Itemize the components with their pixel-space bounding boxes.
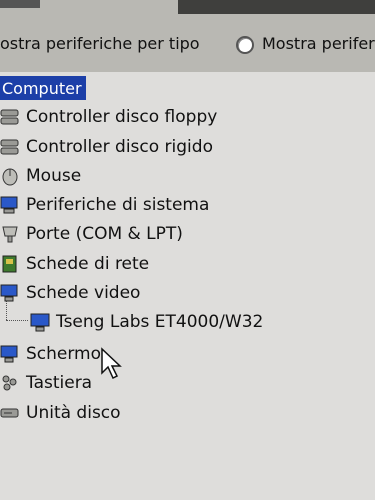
device-manager-window: ostra periferiche per tipo Mostra perife… [0,0,375,500]
tree-item-keyboard[interactable]: Tastiera [0,369,92,397]
tree-item-network-cards[interactable]: Schede di rete [0,250,149,278]
view-by-connection-label[interactable]: Mostra periferic [262,34,375,53]
tree-item-label: Unità disco [26,403,121,423]
tree-item-tseng-labs[interactable]: Tseng Labs ET4000/W32 [30,308,263,336]
tree-item-ports[interactable]: Porte (COM & LPT) [0,220,183,248]
tree-item-label: Controller disco rigido [26,137,213,157]
mouse-pointer-icon [101,347,122,380]
tree-root-computer[interactable]: Computer [0,76,86,100]
monitor-icon [30,312,50,332]
tree-item-label: Controller disco floppy [26,107,218,127]
keyboard-icon [0,373,20,393]
tree-item-label: Mouse [26,166,82,186]
monitor-icon [0,344,20,364]
tree-item-label: Schede di rete [26,254,150,274]
tree-item-label: Porte (COM & LPT) [26,224,183,244]
tab-strip [178,0,375,14]
tree-item-floppy-controller[interactable]: Controller disco floppy [0,103,217,131]
options-bar: ostra periferiche per tipo Mostra perife… [0,0,375,72]
disk-drive-icon [0,403,20,423]
view-options: ostra periferiche per tipo Mostra perife… [0,30,375,64]
tree-item-disk-drives[interactable]: Unità disco [0,399,121,427]
view-by-type-label[interactable]: ostra periferiche per tipo [0,34,200,53]
ports-icon [0,224,20,244]
tree-item-label: Schede video [26,283,141,303]
system-devices-icon [0,195,20,215]
tree-item-label: Tseng Labs ET4000/W32 [56,312,264,332]
tree-connector [6,320,28,321]
tree-item-label: Schermo [26,344,102,364]
tree-item-hard-disk-controller[interactable]: Controller disco rigido [0,133,213,161]
hard-disk-controller-icon [0,137,20,157]
tree-item-monitor[interactable]: Schermo [0,340,101,368]
tree-item-system-devices[interactable]: Periferiche di sistema [0,191,209,219]
display-adapter-icon [0,283,20,303]
tree-item-display-adapters[interactable]: Schede video [0,279,140,307]
view-by-connection-radio[interactable] [236,36,254,54]
floppy-controller-icon [0,107,20,127]
tab-strip-left [0,0,40,8]
tree-root-label: Computer [2,78,82,98]
tree-item-label: Tastiera [26,373,93,393]
tree-item-mouse[interactable]: Mouse [0,162,81,190]
mouse-icon [0,166,20,186]
tree-item-label: Periferiche di sistema [26,195,210,215]
device-tree: Computer Controller disco floppy Control… [0,72,375,500]
network-card-icon [0,254,20,274]
